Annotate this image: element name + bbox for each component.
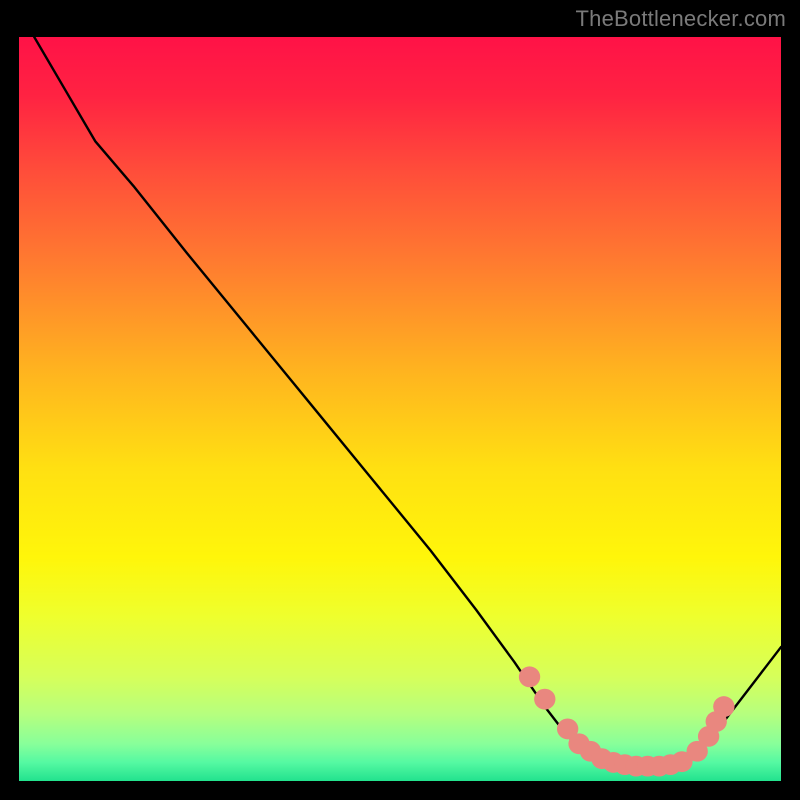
- plot-area: [19, 37, 781, 781]
- marker-point: [534, 689, 555, 710]
- chart-container: TheBottlenecker.com: [0, 0, 800, 800]
- plot-svg: [19, 37, 781, 781]
- plot-frame: [17, 35, 783, 783]
- attribution-label: TheBottlenecker.com: [576, 6, 786, 32]
- marker-point: [713, 696, 734, 717]
- marker-point: [519, 666, 540, 687]
- gradient-background: [19, 37, 781, 781]
